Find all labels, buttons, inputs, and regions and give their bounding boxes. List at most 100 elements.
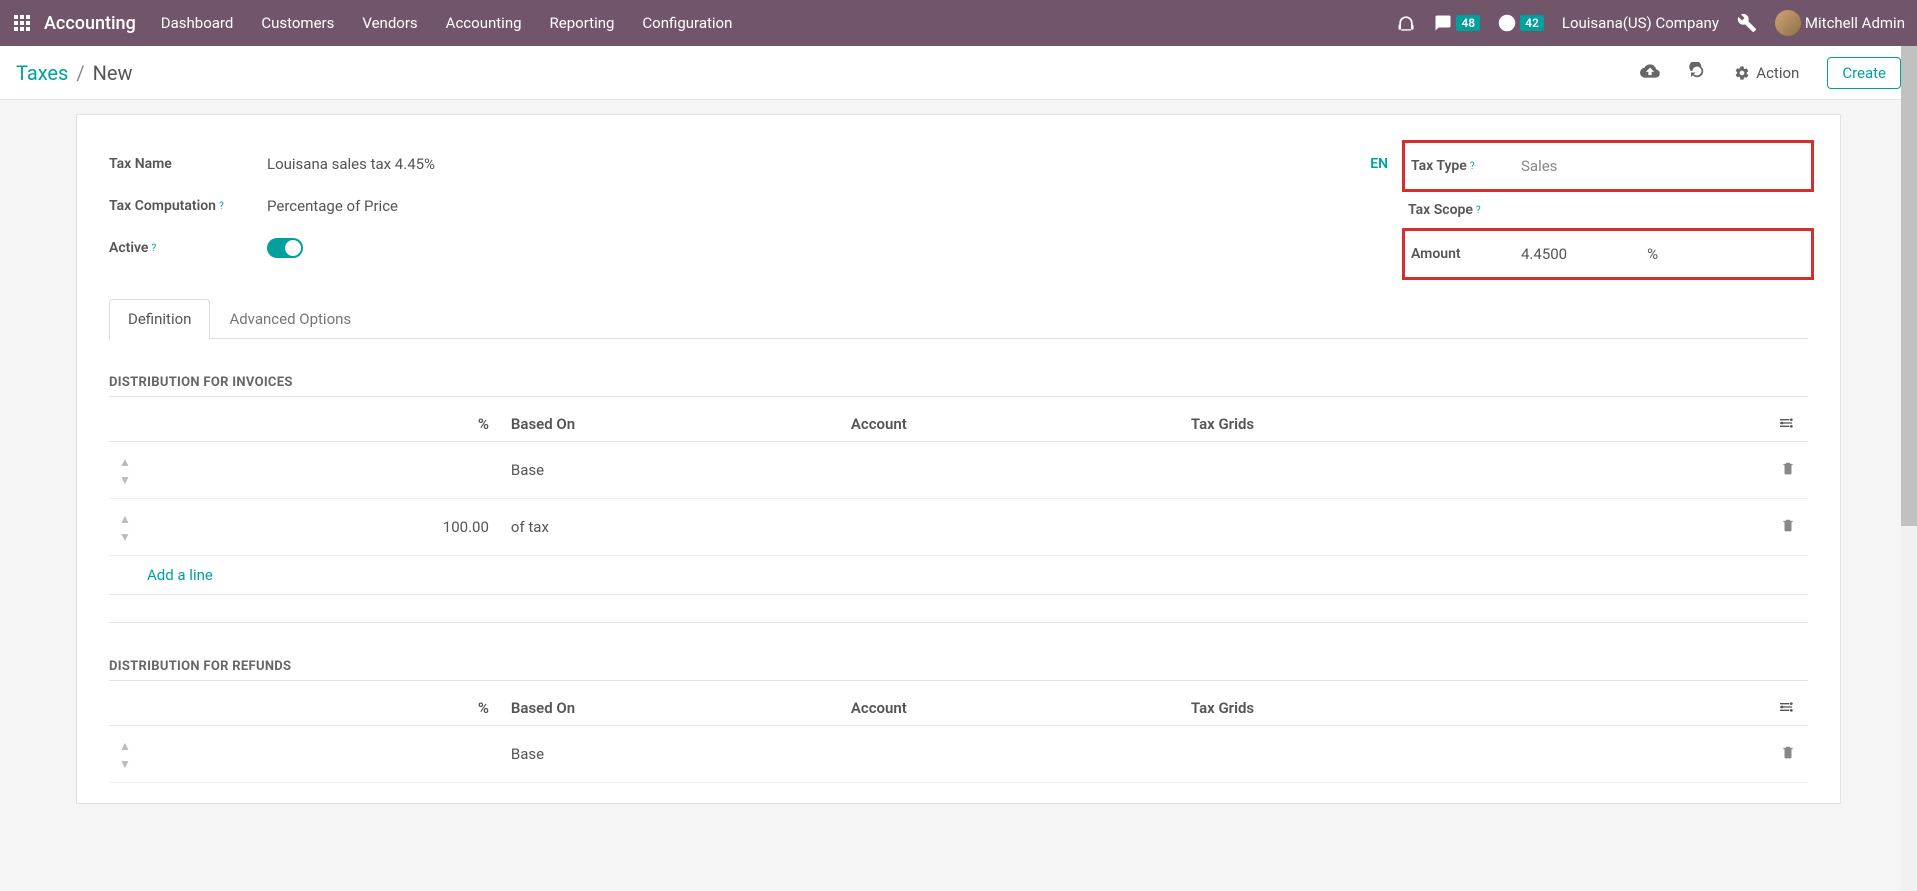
field-amount: Amount 4.4500 % bbox=[1411, 233, 1805, 275]
help-icon[interactable]: ? bbox=[219, 201, 224, 212]
cell-pct[interactable] bbox=[141, 442, 501, 499]
label-amount: Amount bbox=[1411, 246, 1521, 262]
section-invoices-title: DISTRIBUTION FOR INVOICES bbox=[109, 375, 1808, 397]
drag-handle-icon[interactable]: ▲▼ bbox=[119, 739, 131, 771]
form-left-col: Tax Name Louisana sales tax 4.45% EN Tax… bbox=[109, 143, 1408, 277]
breadcrumb-root[interactable]: Taxes bbox=[16, 61, 68, 85]
table-header: % Based On Account Tax Grids bbox=[109, 407, 1808, 442]
col-pct: % bbox=[141, 407, 501, 442]
field-tax-computation: Tax Computation? Percentage of Price bbox=[109, 185, 1408, 227]
controlbar-right: Action Create bbox=[1640, 57, 1901, 89]
table-row[interactable]: ▲▼ Base bbox=[109, 442, 1808, 499]
drag-handle-icon[interactable]: ▲▼ bbox=[119, 455, 131, 487]
value-tax-computation[interactable]: Percentage of Price bbox=[267, 197, 1408, 215]
help-icon[interactable]: ? bbox=[1470, 161, 1475, 172]
cloud-upload-icon[interactable] bbox=[1640, 61, 1660, 85]
drag-handle-icon[interactable]: ▲▼ bbox=[119, 512, 131, 544]
create-button[interactable]: Create bbox=[1827, 57, 1901, 89]
table-row[interactable]: ▲▼ Base bbox=[109, 726, 1808, 783]
label-tax-scope: Tax Scope? bbox=[1408, 202, 1518, 218]
add-line-link[interactable]: Add a line bbox=[147, 566, 213, 584]
value-tax-name[interactable]: Louisana sales tax 4.45% bbox=[267, 155, 1370, 173]
action-label: Action bbox=[1756, 64, 1799, 82]
brand[interactable]: Accounting bbox=[44, 13, 136, 34]
options-icon[interactable] bbox=[1778, 415, 1794, 433]
discard-icon[interactable] bbox=[1688, 62, 1706, 84]
trash-icon[interactable] bbox=[1781, 461, 1795, 479]
field-tax-name: Tax Name Louisana sales tax 4.45% EN bbox=[109, 143, 1408, 185]
label-tax-computation: Tax Computation? bbox=[109, 198, 267, 214]
debug-icon[interactable] bbox=[1737, 13, 1757, 33]
label-tax-type: Tax Type? bbox=[1411, 158, 1521, 174]
apps-icon[interactable] bbox=[12, 13, 32, 33]
field-tax-type: Tax Type? Sales bbox=[1411, 145, 1805, 187]
active-toggle[interactable] bbox=[267, 238, 303, 258]
cell-account[interactable] bbox=[841, 726, 1181, 783]
tab-advanced[interactable]: Advanced Options bbox=[210, 299, 370, 338]
user-menu[interactable]: Mitchell Admin bbox=[1775, 10, 1905, 36]
menu-dashboard[interactable]: Dashboard bbox=[161, 14, 234, 32]
messages-tray[interactable]: 48 bbox=[1434, 14, 1480, 32]
col-tax-grids: Tax Grids bbox=[1181, 691, 1768, 726]
action-button[interactable]: Action bbox=[1734, 64, 1799, 82]
form-sheet: Tax Name Louisana sales tax 4.45% EN Tax… bbox=[76, 114, 1841, 804]
cell-based-on[interactable]: Base bbox=[501, 726, 841, 783]
add-line-row: Add a line bbox=[109, 556, 1808, 595]
trash-icon[interactable] bbox=[1781, 745, 1795, 763]
cell-pct[interactable] bbox=[141, 726, 501, 783]
breadcrumb: Taxes / New bbox=[16, 61, 133, 85]
scrollbar-thumb[interactable] bbox=[1901, 46, 1917, 526]
topbar-right: 48 42 Louisana(US) Company Mitchell Admi… bbox=[1396, 10, 1905, 36]
value-tax-type[interactable]: Sales bbox=[1521, 157, 1805, 175]
trash-icon[interactable] bbox=[1781, 518, 1795, 536]
company-name: Louisana(US) Company bbox=[1562, 14, 1719, 32]
options-icon[interactable] bbox=[1778, 699, 1794, 717]
col-tax-grids: Tax Grids bbox=[1181, 407, 1768, 442]
cell-grids[interactable] bbox=[1181, 726, 1768, 783]
label-tax-name: Tax Name bbox=[109, 156, 267, 172]
avatar bbox=[1775, 10, 1801, 36]
refunds-table: % Based On Account Tax Grids ▲▼ Base bbox=[109, 691, 1808, 783]
col-pct: % bbox=[141, 691, 501, 726]
form-wrap: Tax Name Louisana sales tax 4.45% EN Tax… bbox=[0, 100, 1917, 834]
table-header: % Based On Account Tax Grids bbox=[109, 691, 1808, 726]
cell-grids[interactable] bbox=[1181, 442, 1768, 499]
breadcrumb-sep: / bbox=[76, 61, 84, 85]
field-active: Active? bbox=[109, 227, 1408, 269]
nav-menu: Dashboard Customers Vendors Accounting R… bbox=[161, 14, 733, 32]
username: Mitchell Admin bbox=[1805, 14, 1905, 32]
help-icon[interactable]: ? bbox=[151, 243, 156, 254]
form-right-col: Tax Type? Sales Tax Scope? Amount 4.4500… bbox=[1408, 143, 1808, 277]
value-amount[interactable]: 4.4500 bbox=[1521, 245, 1567, 263]
help-icon[interactable]: ? bbox=[1476, 205, 1481, 216]
cell-based-on[interactable]: of tax bbox=[501, 499, 841, 556]
section-refunds-title: DISTRIBUTION FOR REFUNDS bbox=[109, 659, 1808, 681]
amount-suffix: % bbox=[1647, 245, 1658, 263]
topbar: Accounting Dashboard Customers Vendors A… bbox=[0, 0, 1917, 46]
highlight-amount: Amount 4.4500 % bbox=[1402, 228, 1814, 280]
menu-configuration[interactable]: Configuration bbox=[642, 14, 732, 32]
support-icon[interactable] bbox=[1396, 14, 1416, 32]
cell-based-on[interactable]: Base bbox=[501, 442, 841, 499]
col-account: Account bbox=[841, 407, 1181, 442]
invoices-table: % Based On Account Tax Grids ▲▼ Base bbox=[109, 407, 1808, 623]
cell-pct[interactable]: 100.00 bbox=[141, 499, 501, 556]
menu-customers[interactable]: Customers bbox=[261, 14, 334, 32]
table-row[interactable]: ▲▼ 100.00 of tax bbox=[109, 499, 1808, 556]
messages-badge: 48 bbox=[1456, 15, 1480, 31]
menu-vendors[interactable]: Vendors bbox=[362, 14, 417, 32]
cell-grids[interactable] bbox=[1181, 499, 1768, 556]
menu-accounting[interactable]: Accounting bbox=[446, 14, 522, 32]
cell-account[interactable] bbox=[841, 442, 1181, 499]
col-based-on: Based On bbox=[501, 691, 841, 726]
lang-tag[interactable]: EN bbox=[1370, 156, 1388, 172]
value-active bbox=[267, 238, 1408, 258]
col-based-on: Based On bbox=[501, 407, 841, 442]
menu-reporting[interactable]: Reporting bbox=[550, 14, 615, 32]
tab-definition[interactable]: Definition bbox=[109, 299, 210, 339]
company-switcher[interactable]: Louisana(US) Company bbox=[1562, 14, 1719, 32]
cell-account[interactable] bbox=[841, 499, 1181, 556]
label-active: Active? bbox=[109, 240, 267, 256]
scrollbar[interactable] bbox=[1901, 46, 1917, 891]
activities-tray[interactable]: 42 bbox=[1498, 14, 1544, 32]
